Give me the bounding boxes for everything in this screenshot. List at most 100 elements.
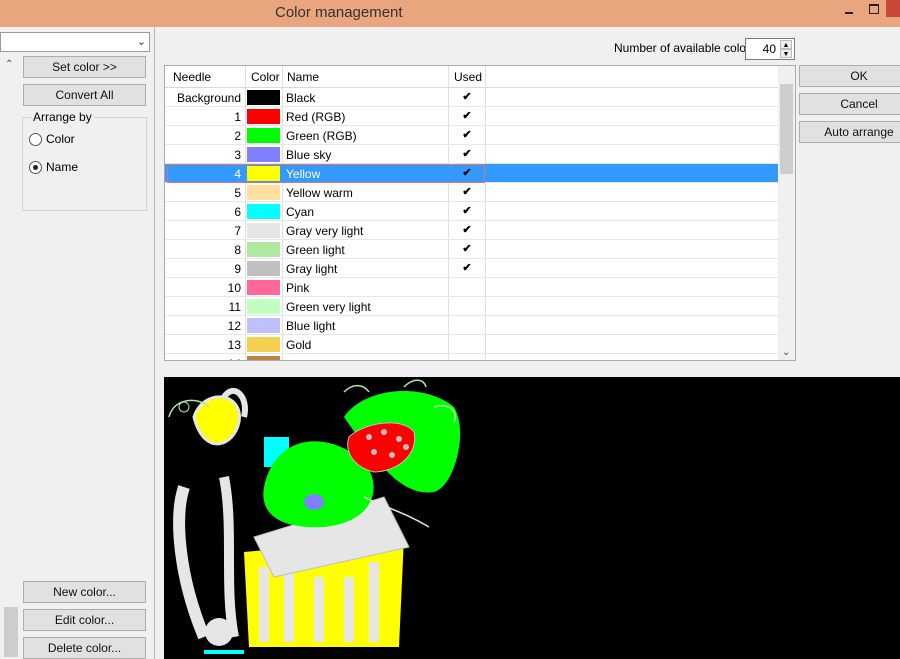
color-swatch (247, 242, 280, 257)
maximize-icon[interactable] (869, 4, 879, 14)
needle-cell: 10 (227, 281, 241, 295)
table-row[interactable]: 3 Blue sky ✔ (165, 145, 780, 164)
color-swatch (247, 318, 280, 333)
used-check-icon: ✔ (462, 129, 472, 141)
arrange-by-label: Arrange by (31, 110, 94, 124)
available-colors-stepper[interactable]: 40 ▲ ▼ (745, 38, 795, 60)
color-swatch (247, 223, 280, 238)
color-swatch (247, 356, 280, 360)
table-row[interactable]: 8 Green light ✔ (165, 240, 780, 259)
radio-selected-icon (29, 160, 42, 174)
needle-cell: 1 (234, 110, 241, 124)
new-color-button[interactable]: New color... (23, 581, 146, 603)
needle-cell: 14 (165, 357, 241, 360)
color-swatch (247, 337, 280, 352)
needle-cell: 3 (234, 148, 241, 162)
embroidery-preview-image (168, 379, 461, 654)
auto-arrange-button[interactable]: Auto arrange (799, 121, 900, 143)
color-swatch (247, 204, 280, 219)
arrange-by-name-radio[interactable]: Name (29, 160, 78, 174)
used-check-icon: ✔ (462, 110, 472, 122)
color-table[interactable]: Needle Color Name Used Background Black ✔ 1… (164, 65, 796, 361)
arrange-by-color-radio[interactable]: Color (29, 132, 75, 146)
ribbon-tail (219, 476, 239, 638)
column-used[interactable]: Used (454, 70, 482, 84)
table-row[interactable]: Background Black ✔ (165, 88, 780, 107)
available-colors-bar: Number of available colors: 40 ▲ ▼ (164, 33, 900, 61)
chevron-down-icon: ⌄ (136, 36, 146, 48)
edit-color-button[interactable]: Edit color... (23, 609, 146, 631)
table-row[interactable]: 9 Gray light ✔ (165, 259, 780, 278)
color-swatch (247, 109, 280, 124)
delete-color-button[interactable]: Delete color... (23, 637, 146, 659)
color-swatch (247, 128, 280, 143)
table-row[interactable]: 11 Green very light (165, 297, 780, 316)
used-check-icon: ✔ (462, 167, 472, 179)
color-name-cell: Cyan (286, 205, 315, 219)
scrollbar-thumb[interactable] (780, 84, 793, 174)
color-name-cell: Green very light (286, 300, 371, 314)
table-row[interactable]: 1 Red (RGB) ✔ (165, 107, 780, 126)
ok-button[interactable]: OK (799, 65, 900, 87)
color-swatch (247, 185, 280, 200)
table-scrollbar[interactable]: ⌄ (778, 66, 795, 360)
color-swatch (247, 147, 280, 162)
color-name-cell: Yellow (286, 167, 321, 181)
color-name-cell: Gray very light (286, 224, 364, 238)
ribbon-loop (192, 395, 241, 446)
color-swatch (247, 280, 280, 295)
character-face (304, 494, 324, 510)
convert-all-button[interactable]: Convert All (23, 84, 146, 106)
color-swatch (247, 90, 280, 105)
cancel-button[interactable]: Cancel (799, 93, 900, 115)
table-row[interactable]: 12 Blue light (165, 316, 780, 335)
table-row[interactable]: 6 Cyan ✔ (165, 202, 780, 221)
left-scrollbar[interactable]: ⌃ (2, 57, 18, 657)
left-panel: ⌄ ⌃ Set color >> Convert All Arrange by … (0, 27, 155, 659)
stepper-up-icon[interactable]: ▲ (780, 40, 792, 49)
needle-cell: 5 (234, 186, 241, 200)
radio-label: Color (46, 132, 75, 146)
thread-chart-dropdown[interactable]: ⌄ (0, 32, 150, 52)
color-name-cell: Green light (286, 243, 345, 257)
radio-icon (29, 132, 42, 146)
color-name-cell: Pink (286, 281, 310, 295)
color-name-cell: Black (286, 91, 316, 105)
column-needle[interactable]: Needle (173, 70, 211, 84)
needle-cell: 6 (234, 205, 241, 219)
column-color[interactable]: Color (251, 70, 280, 84)
needle-cell: 4 (234, 167, 241, 181)
stepper-down-icon[interactable]: ▼ (780, 49, 792, 58)
radio-label: Name (46, 160, 79, 174)
needle-cell: 11 (228, 300, 241, 314)
color-name-cell: Gold (286, 338, 312, 352)
available-colors-value: 40 (762, 42, 776, 56)
color-name-cell: Red (RGB) (286, 110, 346, 124)
needle-cell: 9 (234, 262, 241, 276)
color-swatch (247, 299, 280, 314)
table-row[interactable]: 2 Green (RGB) ✔ (165, 126, 780, 145)
scrollbar-thumb[interactable] (4, 607, 18, 657)
scroll-down-icon[interactable]: ⌄ (782, 347, 790, 358)
arrange-by-group: Arrange by Color Name (22, 110, 147, 211)
color-name-cell: Gray light (286, 262, 338, 276)
column-name[interactable]: Name (287, 70, 319, 84)
minimize-icon[interactable] (843, 6, 857, 20)
table-row[interactable]: 4 Yellow ✔ (165, 164, 780, 183)
table-row[interactable]: 7 Gray very light ✔ (165, 221, 780, 240)
table-row[interactable]: 14 (165, 354, 780, 360)
color-name-cell: Green (RGB) (286, 129, 357, 143)
table-header: Needle Color Name Used (165, 66, 780, 88)
used-check-icon: ✔ (462, 148, 472, 160)
set-color-button[interactable]: Set color >> (23, 56, 146, 78)
table-row[interactable]: 13 Gold (165, 335, 780, 354)
close-icon[interactable] (886, 0, 900, 17)
scroll-up-icon[interactable]: ⌃ (5, 59, 13, 70)
needle-cell: 8 (234, 243, 241, 257)
table-row[interactable]: 5 Yellow warm ✔ (165, 183, 780, 202)
used-check-icon: ✔ (462, 91, 472, 103)
needle-cell: 2 (234, 129, 241, 143)
table-row[interactable]: 10 Pink (165, 278, 780, 297)
used-check-icon: ✔ (462, 262, 472, 274)
color-name-cell: Blue light (286, 319, 336, 333)
